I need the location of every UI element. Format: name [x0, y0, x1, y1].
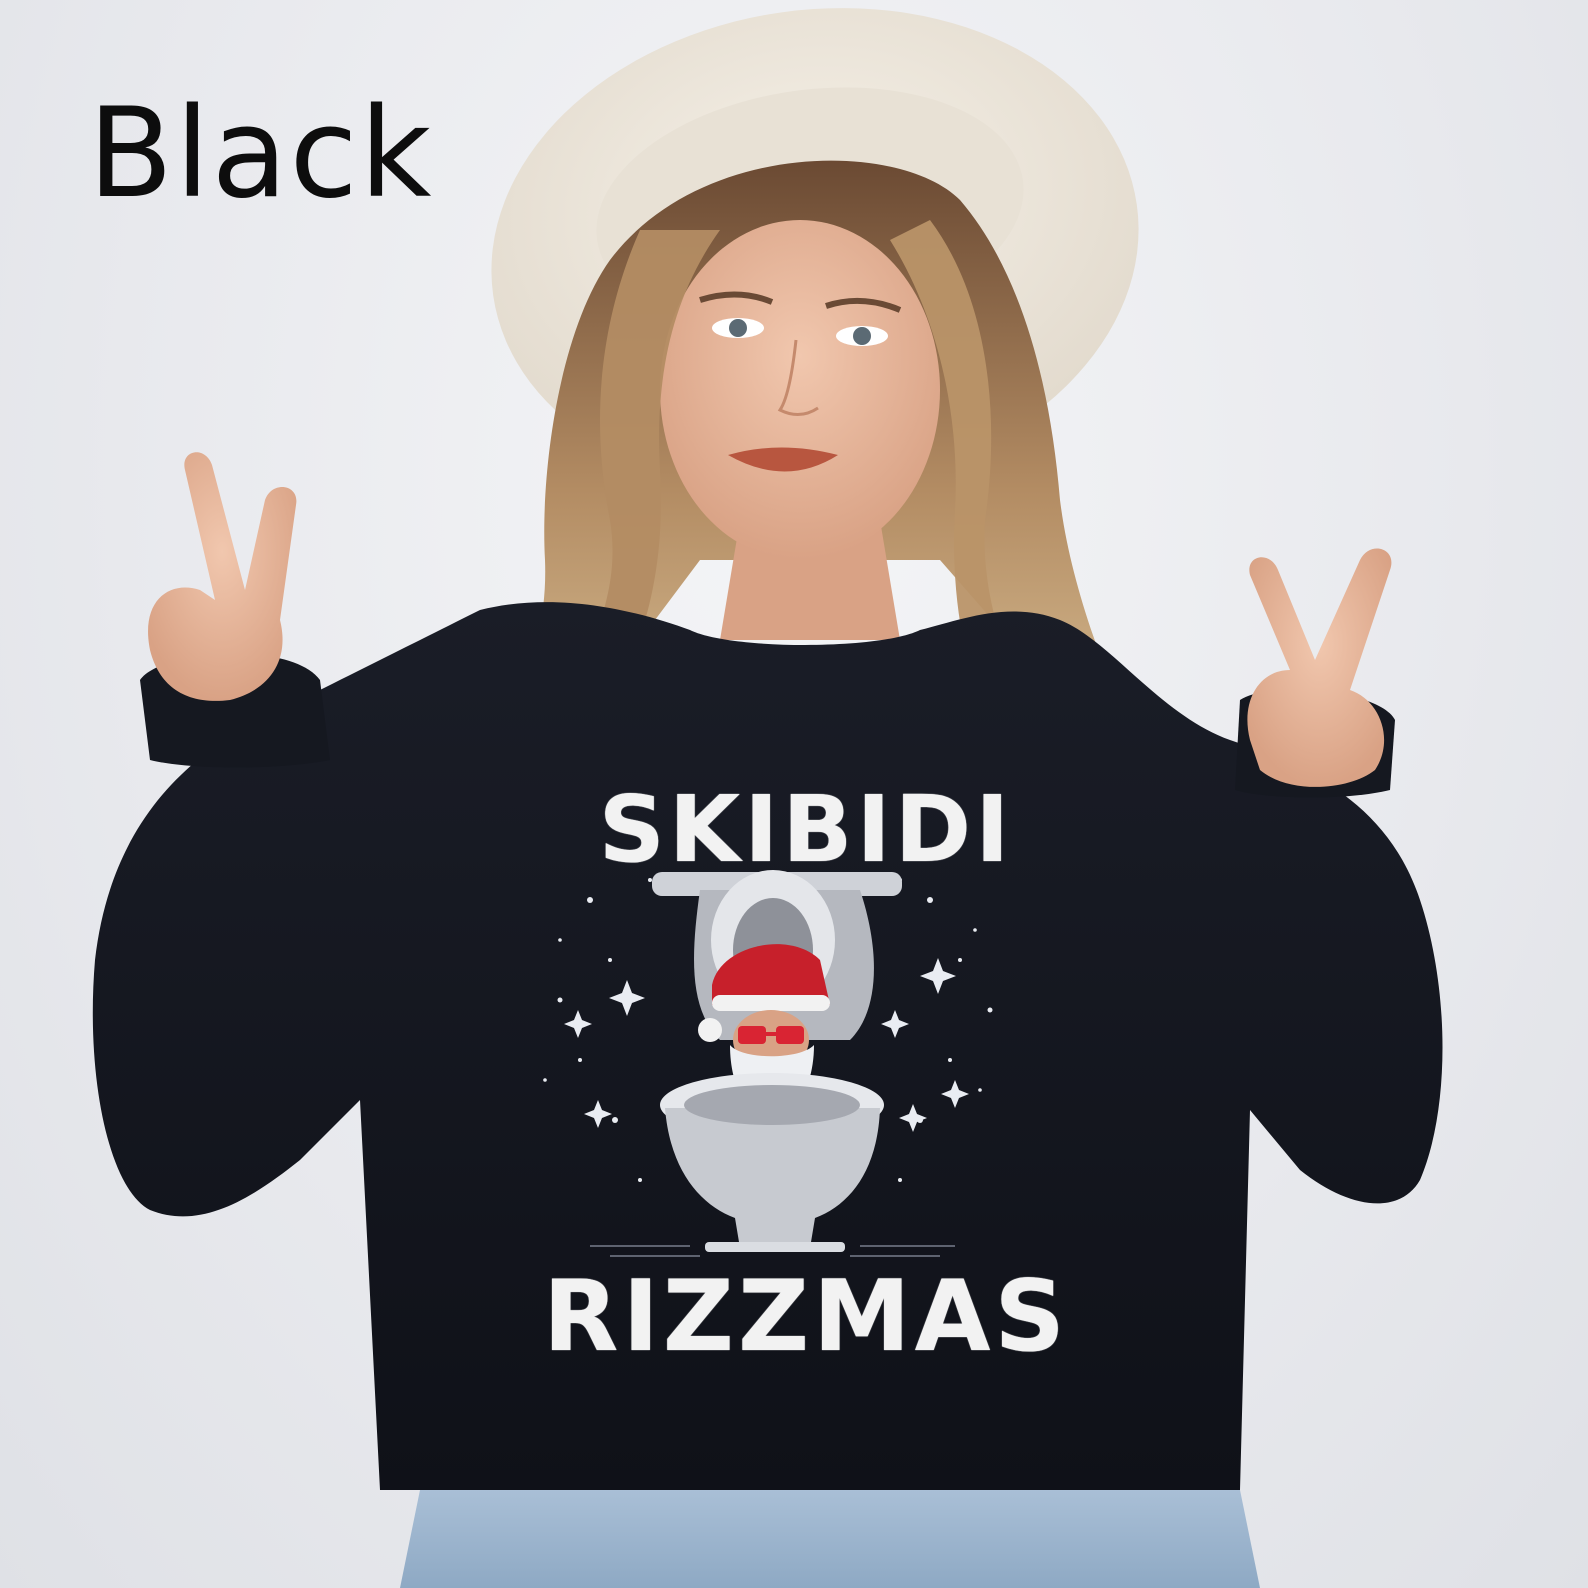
color-variant-label: Black [88, 82, 434, 226]
right-hand [1247, 548, 1392, 787]
face [660, 220, 940, 560]
left-hand [148, 452, 297, 701]
shirt-print-line2: RIZZMAS [543, 1260, 1069, 1374]
shirt-print-line1: SKIBIDI [598, 776, 1014, 883]
product-photo: Black SKIBIDI RIZZMAS [0, 0, 1588, 1588]
jeans [400, 1490, 1260, 1588]
